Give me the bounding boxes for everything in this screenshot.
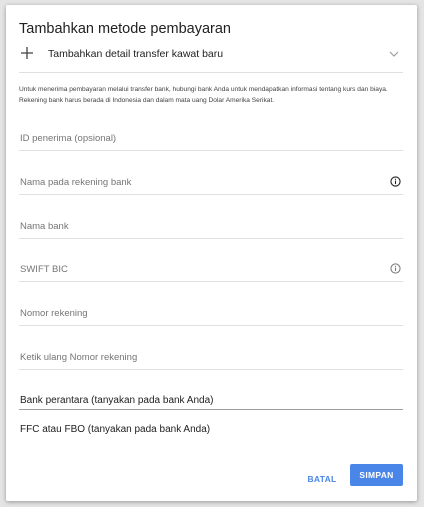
bank-name-field[interactable]: Nama bank <box>19 219 403 239</box>
recipient-id-field[interactable]: ID penerima (opsional) <box>19 131 403 151</box>
confirm-account-number-field[interactable]: Ketik ulang Nomor rekening <box>19 350 403 370</box>
info-icon[interactable] <box>390 176 401 187</box>
swift-bic-placeholder: SWIFT BIC <box>20 264 68 275</box>
account-number-field[interactable]: Nomor rekening <box>19 306 403 326</box>
plus-icon <box>21 47 33 59</box>
save-button[interactable]: SIMPAN <box>350 464 403 486</box>
account-number-placeholder: Nomor rekening <box>20 308 88 319</box>
intermediary-bank-divider <box>19 409 403 410</box>
dialog-title: Tambahkan metode pembayaran <box>19 21 231 37</box>
add-wire-transfer-row[interactable]: Tambahkan detail transfer kawat baru <box>19 45 403 73</box>
add-payment-method-dialog: Tambahkan metode pembayaran Tambahkan de… <box>6 5 417 501</box>
account-holder-name-field[interactable]: Nama pada rekening bank <box>19 175 403 195</box>
bank-transfer-info-text: Untuk menerima pembayaran melalui transf… <box>19 86 388 104</box>
account-holder-name-placeholder: Nama pada rekening bank <box>20 177 132 188</box>
intermediary-bank-label[interactable]: Bank perantara (tanyakan pada bank Anda) <box>20 395 213 406</box>
add-wire-transfer-label: Tambahkan detail transfer kawat baru <box>48 48 224 60</box>
chevron-down-icon[interactable] <box>389 50 399 58</box>
ffc-fbo-label[interactable]: FFC atau FBO (tanyakan pada bank Anda) <box>20 424 210 435</box>
cancel-button[interactable]: BATAL <box>302 469 342 489</box>
recipient-id-placeholder: ID penerima (opsional) <box>20 133 117 144</box>
bank-name-placeholder: Nama bank <box>20 221 69 232</box>
confirm-account-number-placeholder: Ketik ulang Nomor rekening <box>20 352 138 363</box>
info-icon[interactable] <box>390 263 401 274</box>
swift-bic-field[interactable]: SWIFT BIC <box>19 262 403 282</box>
